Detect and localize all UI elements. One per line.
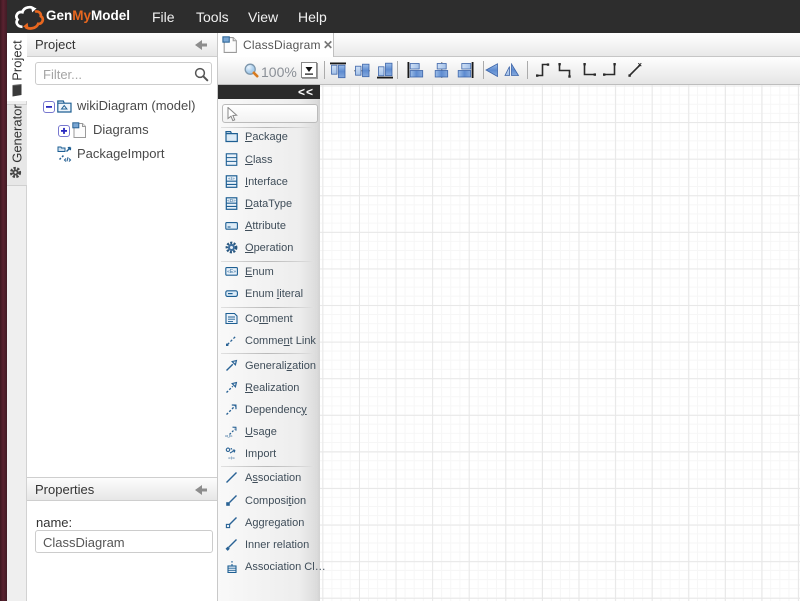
svg-text:«I»: «I» — [228, 455, 235, 459]
svg-text:«I»: «I» — [228, 176, 235, 181]
svg-text:«u»: «u» — [225, 434, 233, 438]
svg-text:«D»: «D» — [227, 198, 236, 203]
svg-text:«E»: «E» — [227, 269, 236, 275]
